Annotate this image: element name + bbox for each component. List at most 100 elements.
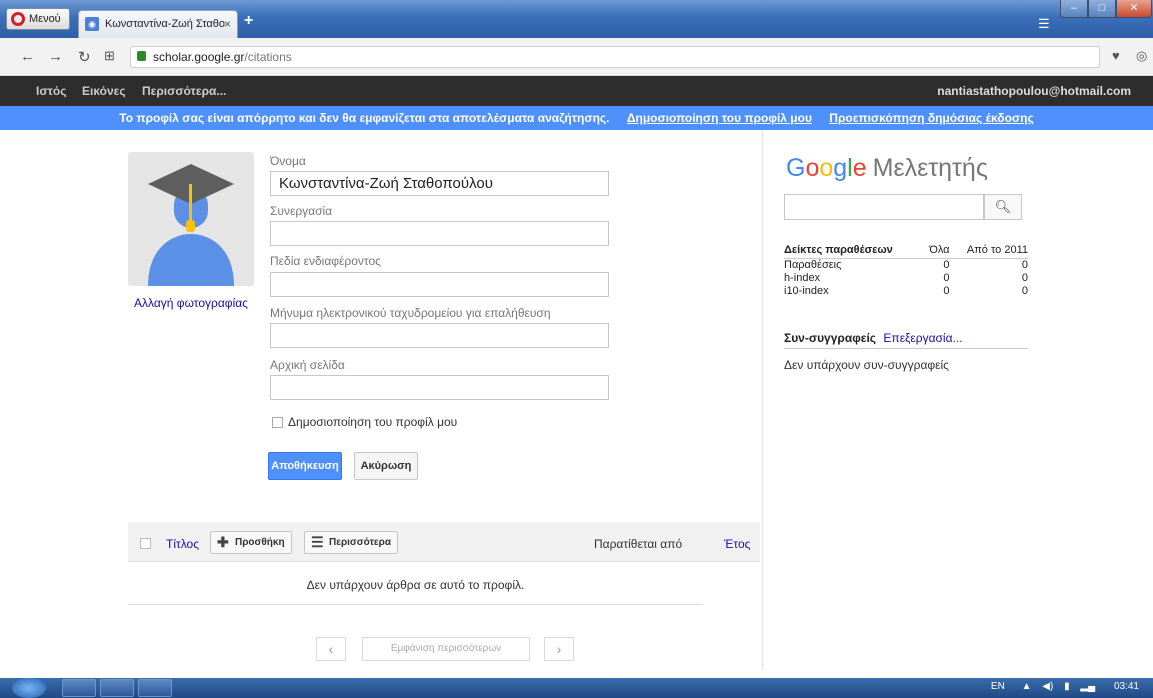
profile-avatar[interactable] [128,152,254,286]
browser-menu-button[interactable]: Μενού [6,8,70,30]
url-path: /citations [244,50,292,64]
save-button[interactable]: Αποθήκευση [268,452,342,480]
metric-label: Παραθέσεις [784,259,842,271]
clock[interactable]: 03:41 [1114,681,1139,692]
tab-title: Κωνσταντίνα-Ζωή Σταθο [105,18,225,30]
metric-label: h-index [784,272,821,284]
name-label: Όνομα [270,154,306,168]
scholar-name: Μελετητής [872,154,988,182]
change-photo-link[interactable]: Αλλαγή φωτογραφίας [128,296,254,310]
next-page-button[interactable]: › [544,637,574,661]
select-all-checkbox[interactable] [140,538,151,549]
opera-logo-icon [11,12,25,26]
metric-since: 0 [1021,259,1028,271]
logo-letter: g [833,154,848,182]
edit-coauthors-link[interactable]: Επεξεργασία... [883,331,962,345]
back-arrow-icon[interactable]: ← [20,48,35,65]
search-button[interactable]: 🔍︎ [984,194,1022,220]
col-since-header: Από το 2011 [949,244,1028,259]
heart-icon[interactable]: ♥ [1112,48,1120,63]
citation-metrics-table: Δείκτες παραθέσεων Όλα Από το 2011 Παραθ… [784,244,1028,298]
name-input[interactable]: Κωνσταντίνα-Ζωή Σταθοπούλου [270,171,609,196]
volume-icon[interactable]: ◀) [1042,681,1053,692]
previous-page-button[interactable]: ‹ [316,637,346,661]
window-close-button[interactable]: ✕ [1116,0,1152,18]
cancel-button[interactable]: Ακύρωση [354,452,418,480]
table-row: Παραθέσεις 0 0 [784,259,1028,273]
year-column[interactable]: Έτος [724,537,750,551]
window-maximize-button[interactable]: □ [1088,0,1116,18]
coauthors-title: Συν-συγγραφείς [784,331,877,345]
scholar-favicon-icon: ◉ [85,17,99,31]
reload-icon[interactable]: ↻ [78,48,91,66]
tab-menu-icon[interactable]: ☰ [1038,16,1050,32]
start-button-icon[interactable] [12,678,46,698]
metric-label: i10-index [784,285,829,297]
speed-dial-icon[interactable]: ⊞ [104,48,115,64]
more-actions-button[interactable]: ☰ Περισσότερα [304,531,398,554]
url-host: scholar.google.gr [153,50,245,64]
window-minimize-button[interactable]: – [1060,0,1088,18]
search-icon: 🔍︎ [994,199,1012,214]
signal-icon[interactable]: ▂▄ [1080,681,1095,692]
col-all-header: Όλα [923,244,950,259]
opera-taskbar-icon[interactable] [62,679,96,697]
metric-since: 0 [1021,285,1028,297]
add-article-label: Προσθήκη [235,537,285,548]
publish-profile-link[interactable]: Δημοσιοποίηση του προφίλ μου [627,111,812,125]
plus-icon: ✚ [217,534,229,550]
interests-label: Πεδία ενδιαφέροντος [270,254,381,268]
account-icon[interactable]: ◎ [1136,48,1147,64]
homepage-input[interactable] [270,375,609,400]
gbar-more-link[interactable]: Περισσότερα... [142,84,226,98]
add-article-button[interactable]: ✚ Προσθήκη [210,531,292,554]
notice-text: Το προφίλ σας είναι απόρρητο και δεν θα … [119,111,610,125]
email-label: Μήνυμα ηλεκτρονικού ταχυδρομείου για επα… [270,306,551,320]
browser-tab[interactable]: ◉ Κωνσταντίνα-Ζωή Σταθο × [78,10,238,38]
private-profile-notice: Το προφίλ σας είναι απόρρητο και δεν θα … [0,106,1153,130]
cited-by-column[interactable]: Παρατίθεται από [594,537,682,551]
windows-taskbar: EN ▲ ◀) ▮ ▂▄ 03:41 [0,678,1153,698]
no-articles-message: Δεν υπάρχουν άρθρα σε αυτό το προφίλ. [306,578,525,592]
menu-lines-icon: ☰ [311,534,324,550]
browser-menu-label: Μενού [29,13,61,25]
google-scholar-logo[interactable]: Google Μελετητής [786,154,988,183]
table-row: h-index 0 0 [784,272,1028,285]
new-tab-button[interactable]: + [244,12,253,30]
public-profile-label[interactable]: Δημοσιοποίηση του προφίλ μου [288,415,457,429]
gbar-web-link[interactable]: Ιστός [36,84,66,98]
metric-all: 0 [943,259,950,271]
preview-public-link[interactable]: Προεπισκόπηση δημόσιας έκδοσης [829,111,1033,125]
word-taskbar-icon[interactable] [138,679,172,697]
chrome-taskbar-icon[interactable] [100,679,134,697]
network-icon[interactable]: ▮ [1064,681,1070,692]
lock-icon [137,51,146,61]
affiliation-label: Συνεργασία [270,204,333,218]
address-bar-row: ← → ↻ ⊞ scholar.google.gr/citations ♥ ◎ [0,38,1153,76]
graduate-avatar-icon [148,164,234,286]
logo-letter: G [786,154,806,182]
url-field[interactable]: scholar.google.gr/citations [130,46,1100,68]
browser-titlebar: Μενού ◉ Κωνσταντίνα-Ζωή Σταθο × + ☰ – □ … [0,0,1153,38]
affiliation-input[interactable] [270,221,609,246]
forward-arrow-icon[interactable]: → [48,48,63,65]
interests-input[interactable] [270,272,609,297]
email-input[interactable] [270,323,609,348]
public-profile-checkbox[interactable] [272,417,283,428]
gbar-images-link[interactable]: Εικόνες [82,84,126,98]
user-email[interactable]: nantiastathopoulou@hotmail.com [937,84,1131,98]
logo-letter: o [819,154,834,182]
metric-since: 0 [1021,272,1028,284]
logo-letter: e [852,154,867,182]
google-top-bar: Ιστός Εικόνες Περισσότερα... nantiastath… [0,76,1153,106]
articles-header: Τίτλος ✚ Προσθήκη ☰ Περισσότερα Παρατίθε… [128,522,760,562]
metric-all: 0 [943,285,950,297]
scholar-search-input[interactable] [784,194,984,220]
language-indicator[interactable]: EN [991,681,1005,692]
sort-title-link[interactable]: Τίτλος [166,537,199,551]
tab-close-icon[interactable]: × [224,11,231,37]
metric-all: 0 [943,272,950,284]
tray-arrow-icon[interactable]: ▲ [1022,681,1032,692]
show-more-button[interactable]: Εμφάνιση περισσότερων [362,637,530,661]
metrics-header: Δείκτες παραθέσεων [784,244,924,259]
